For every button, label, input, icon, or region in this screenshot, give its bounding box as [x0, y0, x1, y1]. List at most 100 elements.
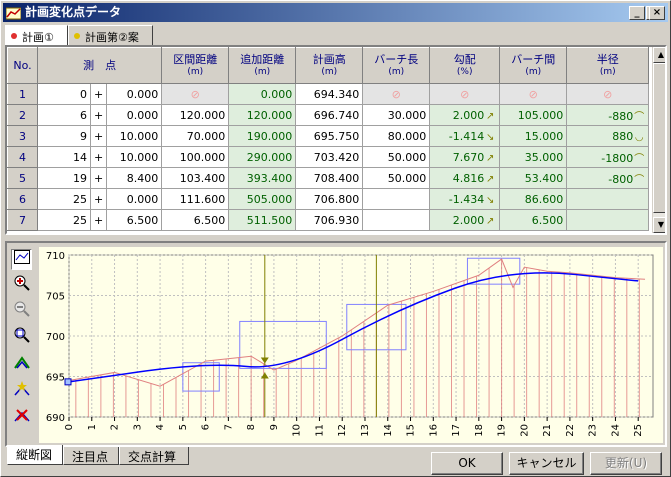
vcurve-length-cell[interactable]: 80.000: [362, 125, 431, 147]
vcurve-length-cell[interactable]: 30.000: [362, 104, 431, 126]
tab-plan-2[interactable]: 計画第②案: [68, 25, 153, 45]
table-row[interactable]: 7 25 +6.500 6.500 511.500 706.930 2.000 ↗ 6.500: [7, 209, 650, 231]
tab-plan-1[interactable]: 計画①: [5, 25, 68, 45]
table-row[interactable]: 4 14 +10.000 100.000 290.000 703.420 50.000 7.6…: [7, 146, 650, 168]
col-header-vcurve-interval[interactable]: バーチ間 (m): [499, 47, 568, 84]
section-distance-cell[interactable]: 120.000: [161, 104, 230, 126]
offset-cell[interactable]: 0.000: [106, 188, 163, 210]
vcurve-length-cell[interactable]: [362, 209, 431, 231]
plus-sign-cell[interactable]: +: [89, 83, 108, 105]
vcurve-interval-cell[interactable]: 105.000: [499, 104, 568, 126]
cumulative-distance-cell[interactable]: 190.000: [228, 125, 297, 147]
col-header-vcurve[interactable]: バーチ長 (m): [362, 47, 431, 84]
station-cell[interactable]: 6: [37, 104, 91, 126]
grade-cell[interactable]: ⊘: [429, 83, 501, 105]
section-distance-cell[interactable]: 70.000: [161, 125, 230, 147]
elevation-cell[interactable]: 696.740: [295, 104, 364, 126]
grid-vertical-scrollbar[interactable]: ▲ ▼: [652, 47, 665, 233]
plus-sign-cell[interactable]: +: [89, 125, 108, 147]
vcurve-interval-cell[interactable]: 35.000: [499, 146, 568, 168]
station-cell[interactable]: 25: [37, 209, 91, 231]
tab-profile[interactable]: 縦断図: [7, 445, 63, 465]
vcurve-length-cell[interactable]: [362, 188, 431, 210]
minimize-button[interactable]: _: [629, 6, 645, 20]
elevation-cell[interactable]: 706.930: [295, 209, 364, 231]
grade-cell[interactable]: -1.414 ↘: [429, 125, 501, 147]
cumulative-distance-cell[interactable]: 290.000: [228, 146, 297, 168]
plus-sign-cell[interactable]: +: [89, 167, 108, 189]
offset-cell[interactable]: 8.400: [106, 167, 163, 189]
station-cell[interactable]: 25: [37, 188, 91, 210]
radius-cell[interactable]: ⊘: [566, 83, 650, 105]
update-button[interactable]: 更新(U): [590, 452, 662, 475]
vcurve-interval-cell[interactable]: 86.600: [499, 188, 568, 210]
station-cell[interactable]: 14: [37, 146, 91, 168]
tab-focus-points[interactable]: 注目点: [63, 447, 119, 465]
vcurve-interval-cell[interactable]: 53.400: [499, 167, 568, 189]
col-header-grade[interactable]: 勾配 (%): [429, 47, 501, 84]
col-header-cumulative[interactable]: 追加距離 (m): [228, 47, 297, 84]
section-distance-cell[interactable]: 111.600: [161, 188, 230, 210]
radius-cell[interactable]: [566, 188, 650, 210]
curve-star-icon[interactable]: [11, 381, 32, 402]
section-distance-cell[interactable]: 6.500: [161, 209, 230, 231]
zoom-fit-icon[interactable]: [11, 327, 32, 348]
section-distance-cell[interactable]: ⊘: [161, 83, 230, 105]
delete-point-icon[interactable]: [11, 407, 32, 428]
cumulative-distance-cell[interactable]: 393.400: [228, 167, 297, 189]
offset-cell[interactable]: 0.000: [106, 104, 163, 126]
cumulative-distance-cell[interactable]: 120.000: [228, 104, 297, 126]
radius-cell[interactable]: [566, 209, 650, 231]
zoom-out-icon[interactable]: [11, 301, 32, 322]
offset-cell[interactable]: 0.000: [106, 83, 163, 105]
plus-sign-cell[interactable]: +: [89, 146, 108, 168]
cumulative-distance-cell[interactable]: 511.500: [228, 209, 297, 231]
section-distance-cell[interactable]: 100.000: [161, 146, 230, 168]
col-header-section[interactable]: 区間距離 (m): [161, 47, 230, 84]
vcurve-length-cell[interactable]: 50.000: [362, 167, 431, 189]
radius-cell[interactable]: -1800⌒: [566, 146, 650, 168]
elevation-cell[interactable]: 706.800: [295, 188, 364, 210]
plus-sign-cell[interactable]: +: [89, 209, 108, 231]
offset-cell[interactable]: 6.500: [106, 209, 163, 231]
vcurve-length-cell[interactable]: 50.000: [362, 146, 431, 168]
grade-cell[interactable]: 7.670 ↗: [429, 146, 501, 168]
grade-cell[interactable]: 2.000 ↗: [429, 104, 501, 126]
elevation-cell[interactable]: 708.400: [295, 167, 364, 189]
curve-up-icon[interactable]: [11, 355, 32, 376]
vcurve-length-cell[interactable]: ⊘: [362, 83, 431, 105]
offset-cell[interactable]: 10.000: [106, 146, 163, 168]
ok-button[interactable]: OK: [431, 452, 503, 475]
station-cell[interactable]: 0: [37, 83, 91, 105]
plus-sign-cell[interactable]: +: [89, 188, 108, 210]
table-row[interactable]: 3 9 +10.000 70.000 190.000 695.750 80.000 -1.41…: [7, 125, 650, 147]
section-distance-cell[interactable]: 103.400: [161, 167, 230, 189]
station-cell[interactable]: 9: [37, 125, 91, 147]
grade-cell[interactable]: 2.000 ↗: [429, 209, 501, 231]
zoom-in-icon[interactable]: [11, 275, 32, 296]
scroll-thumb[interactable]: [653, 63, 665, 213]
vcurve-interval-cell[interactable]: 6.500: [499, 209, 568, 231]
elevation-cell[interactable]: 695.750: [295, 125, 364, 147]
table-row[interactable]: 6 25 +0.000 111.600 505.000 706.800 -1.434 ↘ 86.…: [7, 188, 650, 210]
cancel-button[interactable]: キャンセル: [509, 452, 584, 475]
title-bar[interactable]: 計画変化点データ _ □: [3, 3, 668, 22]
vcurve-interval-cell[interactable]: 15.000: [499, 125, 568, 147]
profile-chart[interactable]: 6906957007057100 1 2 3 4 5 6 7 8 9 10 11 12 13 14 15 16 1…: [39, 247, 663, 443]
col-header-measure[interactable]: 測 点: [36, 47, 163, 84]
grade-cell[interactable]: 4.816 ↗: [429, 167, 501, 189]
radius-cell[interactable]: 880 ◡: [566, 125, 650, 147]
elevation-cell[interactable]: 703.420: [295, 146, 364, 168]
scroll-up-icon[interactable]: ▲: [653, 47, 665, 63]
close-button[interactable]: ×: [649, 6, 665, 20]
table-row[interactable]: 1 0 +0.000 ⊘ 0.000 694.340 ⊘ ⊘ ⊘ ⊘: [7, 83, 650, 105]
col-header-radius[interactable]: 半径 (m): [566, 47, 650, 84]
cumulative-distance-cell[interactable]: 0.000: [228, 83, 297, 105]
table-row[interactable]: 5 19 +8.400 103.400 393.400 708.400 50.000 4.81…: [7, 167, 650, 189]
radius-cell[interactable]: -880⌒: [566, 104, 650, 126]
table-row[interactable]: 2 6 +0.000 120.000 120.000 696.740 30.000 2.000…: [7, 104, 650, 126]
col-header-no[interactable]: No.: [7, 47, 38, 84]
cumulative-distance-cell[interactable]: 505.000: [228, 188, 297, 210]
grade-cell[interactable]: -1.434 ↘: [429, 188, 501, 210]
col-header-elevation[interactable]: 計画高 (m): [295, 47, 364, 84]
